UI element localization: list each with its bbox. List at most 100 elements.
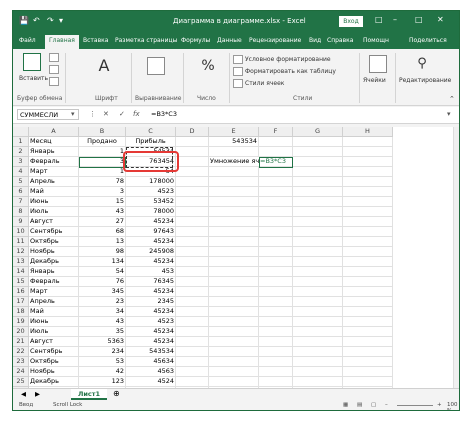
month-cell[interactable]: Январь bbox=[29, 147, 79, 157]
cell[interactable] bbox=[293, 197, 343, 207]
cell[interactable] bbox=[259, 197, 293, 207]
cell[interactable] bbox=[293, 357, 343, 367]
conditional-format-button[interactable]: Условное форматирование bbox=[245, 56, 331, 63]
cell[interactable] bbox=[176, 177, 209, 187]
cell[interactable] bbox=[176, 227, 209, 237]
month-cell[interactable]: Февраль bbox=[29, 157, 79, 167]
cell[interactable] bbox=[259, 267, 293, 277]
profit-cell[interactable]: 76345 bbox=[126, 277, 176, 287]
profit-cell[interactable]: 4563 bbox=[126, 367, 176, 377]
sold-cell[interactable]: 1 bbox=[79, 147, 126, 157]
zoom-slider[interactable] bbox=[397, 405, 433, 406]
font-icon[interactable]: A bbox=[95, 57, 113, 75]
cell[interactable] bbox=[209, 167, 259, 177]
cell[interactable] bbox=[209, 257, 259, 267]
name-box[interactable]: СУММЕСЛИ bbox=[17, 109, 79, 120]
month-cell[interactable]: Апрель bbox=[29, 297, 79, 307]
column-header[interactable]: E bbox=[209, 127, 259, 137]
cell[interactable] bbox=[343, 207, 393, 217]
cell[interactable] bbox=[293, 137, 343, 147]
cell[interactable] bbox=[176, 137, 209, 147]
cancel-icon[interactable]: ✕ bbox=[103, 110, 109, 118]
copy-icon[interactable] bbox=[49, 65, 59, 74]
alignment-icon[interactable] bbox=[147, 57, 165, 75]
cell[interactable] bbox=[259, 307, 293, 317]
cell[interactable] bbox=[259, 227, 293, 237]
format-painter-icon[interactable] bbox=[49, 77, 59, 86]
close-icon[interactable]: ✕ bbox=[437, 15, 444, 24]
profit-cell[interactable]: 45234 bbox=[126, 217, 176, 227]
sold-cell[interactable]: 43 bbox=[79, 207, 126, 217]
customize-icon[interactable]: ▾ bbox=[59, 16, 63, 25]
sold-cell[interactable]: 98 bbox=[79, 247, 126, 257]
row-header[interactable]: 5 bbox=[13, 177, 29, 187]
cell[interactable] bbox=[176, 167, 209, 177]
cell[interactable] bbox=[293, 287, 343, 297]
row-header[interactable]: 8 bbox=[13, 207, 29, 217]
cell[interactable] bbox=[343, 157, 393, 167]
login-button[interactable]: Вход bbox=[339, 16, 363, 27]
normal-view-icon[interactable]: ▦ bbox=[343, 402, 348, 408]
month-cell[interactable]: Декабрь bbox=[29, 377, 79, 387]
page-break-view-icon[interactable]: ▢ bbox=[371, 402, 376, 408]
profit-cell[interactable]: 45234 bbox=[126, 287, 176, 297]
profit-cell[interactable]: 97643 bbox=[126, 227, 176, 237]
undo-icon[interactable]: ↶ bbox=[33, 16, 40, 25]
row-header[interactable]: 19 bbox=[13, 317, 29, 327]
tab-formulas[interactable]: Формулы bbox=[181, 37, 210, 44]
tab-help[interactable]: Справка bbox=[327, 37, 353, 44]
tab-data[interactable]: Данные bbox=[217, 37, 242, 44]
profit-cell[interactable]: 178000 bbox=[126, 177, 176, 187]
column-header[interactable]: G bbox=[293, 127, 343, 137]
tab-assistant[interactable]: Помощн bbox=[363, 37, 389, 44]
profit-cell[interactable]: 45234 bbox=[126, 257, 176, 267]
cell[interactable] bbox=[176, 207, 209, 217]
row-header[interactable]: 14 bbox=[13, 267, 29, 277]
sold-cell[interactable]: 23 bbox=[79, 297, 126, 307]
month-cell[interactable]: Май bbox=[29, 187, 79, 197]
cell[interactable] bbox=[176, 337, 209, 347]
cell[interactable] bbox=[259, 247, 293, 257]
cells-icon[interactable] bbox=[369, 55, 387, 73]
spreadsheet-grid[interactable]: A B C D E F G H 1 Месяц Продано Прибыль 543534 2 Январ… bbox=[13, 127, 453, 388]
cell[interactable] bbox=[343, 177, 393, 187]
cell[interactable] bbox=[293, 317, 343, 327]
profit-cell[interactable]: 45234 bbox=[126, 237, 176, 247]
sold-cell[interactable]: 13 bbox=[79, 237, 126, 247]
cell[interactable] bbox=[209, 277, 259, 287]
row-header[interactable]: 15 bbox=[13, 277, 29, 287]
sold-cell[interactable]: 5363 bbox=[79, 337, 126, 347]
profit-cell[interactable]: 45234 bbox=[126, 307, 176, 317]
cell[interactable] bbox=[176, 297, 209, 307]
cell[interactable] bbox=[259, 177, 293, 187]
row-header[interactable]: 16 bbox=[13, 287, 29, 297]
month-cell[interactable]: Ноябрь bbox=[29, 367, 79, 377]
profit-cell[interactable]: 543534 bbox=[126, 347, 176, 357]
sold-cell[interactable]: 27 bbox=[79, 217, 126, 227]
cell[interactable] bbox=[176, 307, 209, 317]
cell[interactable] bbox=[293, 367, 343, 377]
next-sheet-icon[interactable]: ▶ bbox=[35, 390, 40, 398]
row-header[interactable]: 7 bbox=[13, 197, 29, 207]
month-cell[interactable]: Июнь bbox=[29, 197, 79, 207]
cell[interactable] bbox=[259, 337, 293, 347]
cell[interactable] bbox=[293, 347, 343, 357]
month-cell[interactable]: Ноябрь bbox=[29, 247, 79, 257]
cell[interactable] bbox=[209, 377, 259, 387]
column-header[interactable]: B bbox=[79, 127, 126, 137]
add-sheet-icon[interactable]: ⊕ bbox=[113, 389, 120, 398]
row-header[interactable]: 17 bbox=[13, 297, 29, 307]
column-header[interactable]: D bbox=[176, 127, 209, 137]
cell[interactable] bbox=[176, 347, 209, 357]
cell[interactable] bbox=[293, 297, 343, 307]
cell[interactable] bbox=[176, 277, 209, 287]
profit-cell[interactable]: 45634 bbox=[126, 357, 176, 367]
cell[interactable] bbox=[293, 247, 343, 257]
cell[interactable] bbox=[176, 197, 209, 207]
cell[interactable] bbox=[259, 297, 293, 307]
cell[interactable] bbox=[209, 217, 259, 227]
cell[interactable] bbox=[293, 177, 343, 187]
row-header[interactable]: 12 bbox=[13, 247, 29, 257]
e1-value-cell[interactable]: 543534 bbox=[209, 137, 259, 147]
month-cell[interactable]: Сентябрь bbox=[29, 347, 79, 357]
